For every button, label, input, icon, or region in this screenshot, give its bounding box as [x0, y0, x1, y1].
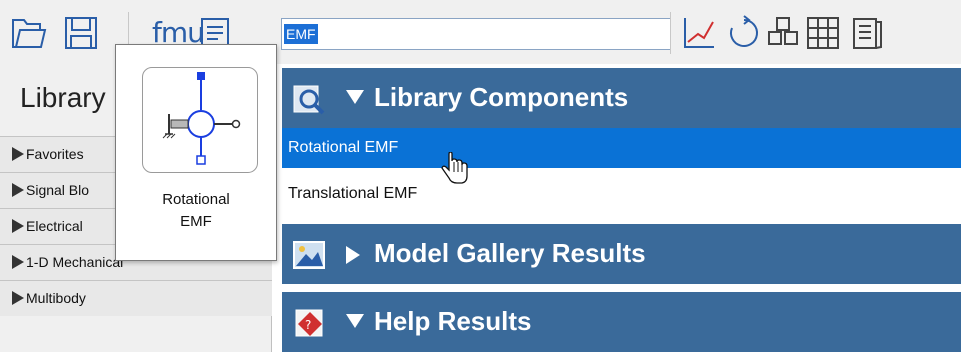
save-icon[interactable]: [62, 14, 100, 52]
library-title: Library: [20, 82, 106, 113]
section-title: Library Components: [374, 82, 629, 112]
collapse-arrow-icon: [346, 90, 364, 104]
search-results-pane: Library Components Rotational EMF Transl…: [272, 64, 961, 352]
library-item-label: Favorites: [26, 146, 84, 162]
section-title: Help Results: [374, 306, 532, 336]
expand-arrow-icon: [12, 255, 24, 269]
component-name-line1: Rotational: [162, 191, 230, 208]
result-item-rotational-emf[interactable]: Rotational EMF: [282, 128, 961, 168]
hand-cursor-icon: [441, 152, 468, 184]
search-input-value[interactable]: EMF: [284, 24, 318, 44]
section-help-results[interactable]: ? Help Results: [282, 292, 961, 352]
result-item-label: Translational EMF: [288, 185, 418, 202]
component-preview-card[interactable]: Rotational EMF: [115, 44, 277, 261]
library-item-multibody[interactable]: Multibody: [0, 280, 272, 316]
components-icon[interactable]: [764, 14, 802, 52]
expand-arrow-icon: [12, 183, 24, 197]
expand-arrow-icon: [12, 291, 24, 305]
section-library-components[interactable]: Library Components: [282, 68, 961, 128]
magnifier-icon: [293, 85, 325, 115]
component-preview-frame: [142, 67, 258, 173]
result-item-label: Rotational EMF: [288, 139, 399, 156]
help-book-icon: ?: [295, 309, 323, 337]
expand-arrow-icon: [346, 246, 360, 264]
rotate-icon[interactable]: [724, 14, 762, 52]
component-name-line2: EMF: [180, 213, 212, 230]
collapse-arrow-icon: [346, 314, 364, 328]
section-model-gallery-results[interactable]: Model Gallery Results: [282, 224, 961, 284]
gallery-icon: [293, 241, 325, 269]
svg-text:?: ?: [305, 318, 311, 332]
library-item-label: Signal Blo: [26, 182, 90, 198]
book-icon[interactable]: [848, 14, 886, 52]
library-item-label: 1-D Mechanical: [26, 254, 124, 270]
open-folder-icon[interactable]: [10, 14, 48, 52]
library-item-label: Electrical: [26, 218, 83, 234]
rotational-emf-symbol-icon: [162, 72, 241, 165]
plot-icon[interactable]: [680, 14, 718, 52]
expand-arrow-icon: [12, 219, 24, 233]
search-input[interactable]: EMF: [281, 18, 671, 50]
library-item-label: Multibody: [26, 290, 86, 306]
expand-arrow-icon: [12, 147, 24, 161]
table-icon[interactable]: [804, 14, 842, 52]
section-title: Model Gallery Results: [374, 238, 646, 268]
result-item-translational-emf[interactable]: Translational EMF: [282, 174, 961, 214]
